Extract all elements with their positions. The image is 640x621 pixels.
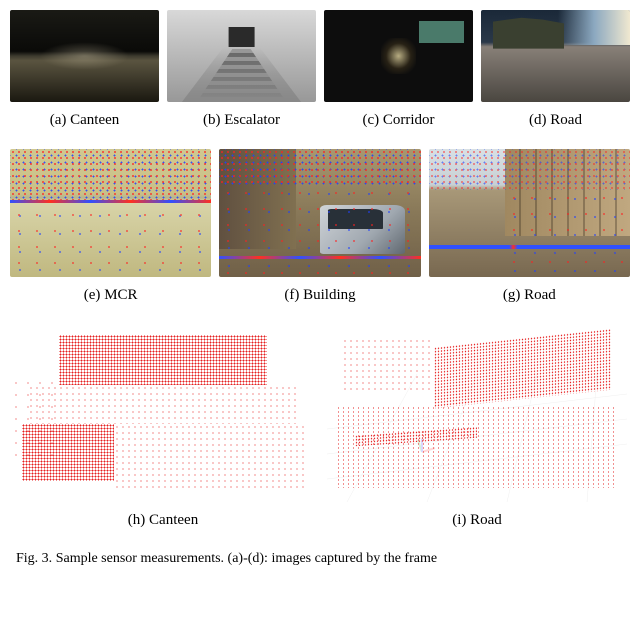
feature-overlay-line: [429, 245, 630, 249]
lidar-points: [324, 324, 630, 502]
caption-label: Building: [303, 287, 356, 303]
figure-3: (a) Canteen (b) Escalator (c) Corridor: [10, 10, 630, 567]
image-canteen: [10, 10, 159, 102]
caption-tag: (e): [84, 287, 101, 303]
caption-f: (f) Building: [284, 287, 355, 304]
caption-a: (a) Canteen: [50, 112, 120, 129]
panel-a: (a) Canteen: [10, 10, 159, 143]
panel-d: (d) Road: [481, 10, 630, 143]
caption-h: (h) Canteen: [128, 512, 198, 529]
caption-label: Road: [550, 112, 582, 128]
image-escalator: [167, 10, 316, 102]
panel-i: (i) Road: [324, 324, 630, 543]
caption-tag: (c): [362, 112, 379, 128]
feature-overlay-sparse: [219, 185, 420, 277]
panel-b: (b) Escalator: [167, 10, 316, 143]
points-region: [28, 385, 297, 424]
caption-g: (g) Road: [503, 287, 556, 304]
caption-tag: (b): [203, 112, 221, 128]
points-region: [434, 329, 611, 408]
feature-overlay: [10, 149, 211, 200]
caption-label: Road: [470, 512, 502, 528]
image-mcr: [10, 149, 211, 277]
feature-overlay-sparse: [505, 190, 630, 277]
feature-overlay-line: [219, 256, 420, 259]
row-3: (h) Canteen: [10, 324, 630, 543]
caption-e: (e) MCR: [84, 287, 138, 304]
image-building: [219, 149, 420, 277]
figure-number: Fig. 3.: [16, 551, 52, 566]
points-region: [336, 406, 618, 488]
feature-overlay-sparse: [10, 207, 211, 277]
caption-tag: (a): [50, 112, 67, 128]
row-1: (a) Canteen (b) Escalator (c) Corridor: [10, 10, 630, 143]
image-road-dark: [481, 10, 630, 102]
panel-e: (e) MCR: [10, 149, 211, 318]
points-region: [10, 377, 59, 466]
points-region: [114, 424, 304, 488]
row-2: (e) MCR (f) Building: [10, 149, 630, 318]
feature-overlay-line: [10, 200, 211, 203]
caption-tag: (f): [284, 287, 299, 303]
lidar-points: [10, 324, 316, 502]
panel-g: (g) Road: [429, 149, 630, 318]
feature-overlay: [429, 149, 630, 190]
image-road-day: [429, 149, 630, 277]
caption-label: Canteen: [149, 512, 198, 528]
caption-d: (d) Road: [529, 112, 582, 129]
figure-caption: Fig. 3. Sample sensor measurements. (a)-…: [10, 551, 630, 567]
panel-c: (c) Corridor: [324, 10, 473, 143]
caption-label: Escalator: [224, 112, 280, 128]
caption-i: (i) Road: [452, 512, 502, 529]
caption-label: Corridor: [383, 112, 435, 128]
panel-h: (h) Canteen: [10, 324, 316, 543]
image-corridor: [324, 10, 473, 102]
corridor-sign: [419, 21, 464, 43]
points-region: [342, 338, 434, 391]
escalator-steps-pattern: [197, 49, 286, 102]
caption-tag: (d): [529, 112, 547, 128]
caption-label: MCR: [104, 287, 137, 303]
caption-tag: (g): [503, 287, 521, 303]
caption-tag: (i): [452, 512, 466, 528]
caption-c: (c) Corridor: [362, 112, 434, 129]
points-region: [59, 335, 267, 385]
pointcloud-road: [324, 324, 630, 502]
caption-tag: (h): [128, 512, 146, 528]
caption-label: Canteen: [70, 112, 119, 128]
caption-label: Road: [524, 287, 556, 303]
caption-b: (b) Escalator: [203, 112, 280, 129]
figure-caption-text: Sample sensor measurements. (a)-(d): ima…: [56, 551, 437, 566]
panel-f: (f) Building: [219, 149, 420, 318]
pointcloud-canteen: [10, 324, 316, 502]
feature-overlay: [219, 149, 420, 185]
